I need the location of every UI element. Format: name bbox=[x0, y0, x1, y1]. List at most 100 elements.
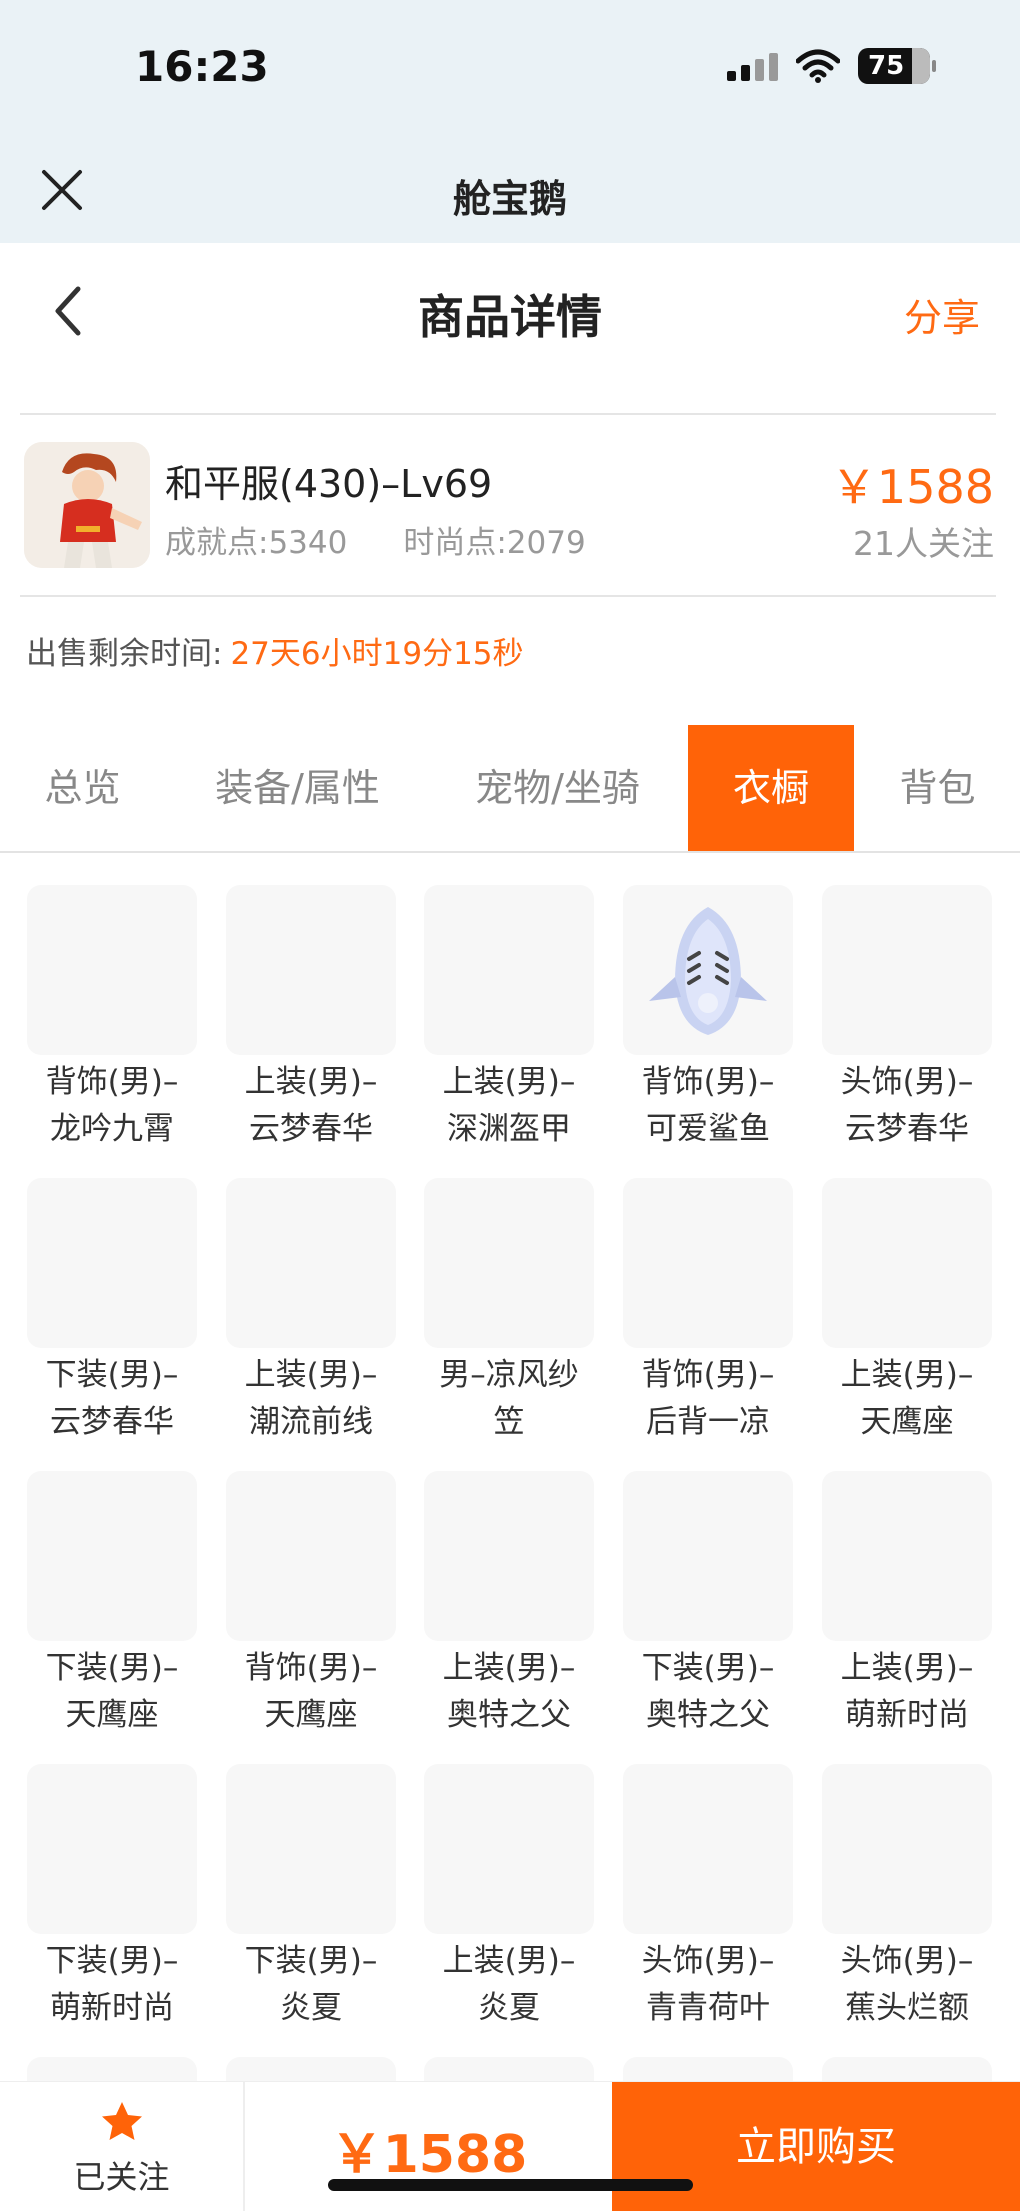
wardrobe-item[interactable]: 下装(男)– 萌新时尚 bbox=[27, 1764, 197, 2032]
wardrobe-item[interactable]: 背饰(男)– 可爱鲨鱼 bbox=[623, 885, 793, 1153]
wardrobe-item-name-line: 男–凉风纱 bbox=[439, 1357, 579, 1393]
wardrobe-item-name: 下装(男)– 炎夏 bbox=[216, 1938, 406, 2032]
wardrobe-item[interactable]: 上装(男)– 潮流前线 bbox=[226, 1178, 396, 1446]
product-price: ￥1588 bbox=[830, 460, 994, 514]
wardrobe-item-name-line: 龙吟九霄 bbox=[50, 1111, 174, 1147]
battery-icon: 75 bbox=[858, 48, 936, 84]
item-thumbnail bbox=[623, 1764, 793, 1934]
wardrobe-item[interactable]: 下装(男)– 奥特之父 bbox=[623, 1471, 793, 1739]
wardrobe-item[interactable]: 头饰(男)– 云梦春华 bbox=[822, 885, 992, 1153]
wardrobe-item[interactable]: 头饰(男)– 青青荷叶 bbox=[623, 1764, 793, 2032]
wardrobe-item[interactable]: 背饰(男)– 后背一凉 bbox=[623, 1178, 793, 1446]
wardrobe-item[interactable] bbox=[822, 2057, 992, 2083]
page-header: 商品详情 分享 bbox=[0, 243, 1020, 413]
shark-icon bbox=[623, 885, 793, 1055]
wardrobe-item-name-line: 云梦春华 bbox=[50, 1404, 174, 1440]
sale-remaining-row: 出售剩余时间: 27天6小时19分15秒 bbox=[26, 628, 524, 673]
item-thumbnail bbox=[822, 1764, 992, 1934]
item-thumbnail bbox=[623, 2057, 793, 2083]
wardrobe-item-name-line: 背饰(男)– bbox=[244, 1650, 378, 1686]
wardrobe-item-name-line: 头饰(男)– bbox=[840, 1064, 974, 1100]
wardrobe-item-name-line: 萌新时尚 bbox=[50, 1990, 174, 2026]
item-thumbnail bbox=[27, 1471, 197, 1641]
wardrobe-item-name: 上装(男)– 炎夏 bbox=[414, 1938, 604, 2032]
item-thumbnail bbox=[822, 2057, 992, 2083]
wardrobe-item-name-line: 上装(男)– bbox=[442, 1943, 576, 1979]
wardrobe-item-name-line: 头饰(男)– bbox=[840, 1943, 974, 1979]
wardrobe-item[interactable]: 背饰(男)– 龙吟九霄 bbox=[27, 885, 197, 1153]
wardrobe-item-name: 上装(男)– 天鹰座 bbox=[812, 1352, 1002, 1446]
wardrobe-item-name-line: 深渊盔甲 bbox=[447, 1111, 571, 1147]
wardrobe-item-name: 上装(男)– 云梦春华 bbox=[216, 1059, 406, 1153]
wardrobe-item-name-line: 天鹰座 bbox=[65, 1697, 159, 1733]
mini-program-shell: 16:23 75 舱宝鹅 bbox=[0, 0, 1020, 243]
wardrobe-item[interactable] bbox=[424, 2057, 594, 2083]
wardrobe-item[interactable]: 下装(男)– 炎夏 bbox=[226, 1764, 396, 2032]
wardrobe-item[interactable]: 上装(男)– 云梦春华 bbox=[226, 885, 396, 1153]
tab-equipment[interactable]: 装备/属性 bbox=[195, 725, 400, 851]
status-icons: 75 bbox=[727, 48, 936, 84]
wardrobe-item-name-line: 奥特之父 bbox=[646, 1697, 770, 1733]
wardrobe-item[interactable]: 男–凉风纱笠 bbox=[424, 1178, 594, 1446]
wardrobe-item-name-line: 炎夏 bbox=[280, 1990, 342, 2026]
wardrobe-item[interactable]: 下装(男)– 云梦春华 bbox=[27, 1178, 197, 1446]
wardrobe-item[interactable]: 头饰(男)– 蕉头烂额 bbox=[822, 1764, 992, 2032]
page-title: 商品详情 bbox=[418, 290, 602, 344]
item-thumbnail bbox=[424, 2057, 594, 2083]
wardrobe-item-name-line: 下装(男)– bbox=[45, 1650, 179, 1686]
wardrobe-item-name-line: 天鹰座 bbox=[264, 1697, 358, 1733]
wardrobe-item-name: 背饰(男)– 可爱鲨鱼 bbox=[613, 1059, 803, 1153]
tab-wardrobe[interactable]: 衣橱 bbox=[688, 725, 854, 851]
tab-overview[interactable]: 总览 bbox=[10, 725, 155, 851]
bottom-bar: 已关注 ￥1588 立即购买 bbox=[0, 2081, 1020, 2211]
signal-icon bbox=[727, 51, 778, 81]
wardrobe-item-name-line: 上装(男)– bbox=[840, 1357, 974, 1393]
wardrobe-item-name: 背饰(男)– 龙吟九霄 bbox=[17, 1059, 207, 1153]
wardrobe-item[interactable]: 上装(男)– 深渊盔甲 bbox=[424, 885, 594, 1153]
achievement-points: 成就点:5340 bbox=[165, 525, 348, 561]
wardrobe-item-name-line: 头饰(男)– bbox=[641, 1943, 775, 1979]
wifi-icon bbox=[796, 49, 840, 83]
wardrobe-item-name: 上装(男)– 深渊盔甲 bbox=[414, 1059, 604, 1153]
wardrobe-item[interactable]: 上装(男)– 天鹰座 bbox=[822, 1178, 992, 1446]
wardrobe-item-name-line: 云梦春华 bbox=[249, 1111, 373, 1147]
fashion-points: 时尚点:2079 bbox=[403, 525, 586, 561]
wardrobe-item-name-line: 笠 bbox=[493, 1404, 525, 1440]
item-thumbnail bbox=[424, 1178, 594, 1348]
follow-button[interactable]: 已关注 bbox=[0, 2082, 243, 2211]
buy-now-button[interactable]: 立即购买 bbox=[612, 2082, 1020, 2211]
wardrobe-item-name-line: 背饰(男)– bbox=[641, 1357, 775, 1393]
item-thumbnail bbox=[226, 1764, 396, 1934]
tab-pets[interactable]: 宠物/坐骑 bbox=[455, 725, 660, 851]
mini-program-title: 舱宝鹅 bbox=[452, 177, 567, 221]
wardrobe-item-name: 下装(男)– 奥特之父 bbox=[613, 1645, 803, 1739]
wardrobe-item-name: 头饰(男)– 云梦春华 bbox=[812, 1059, 1002, 1153]
wardrobe-item-name-line: 青青荷叶 bbox=[646, 1990, 770, 2026]
wardrobe-item[interactable] bbox=[27, 2057, 197, 2083]
wardrobe-item[interactable] bbox=[226, 2057, 396, 2083]
wardrobe-item-name-line: 背饰(男)– bbox=[641, 1064, 775, 1100]
battery-level: 75 bbox=[868, 51, 905, 81]
tab-backpack[interactable]: 背包 bbox=[880, 725, 995, 851]
wardrobe-item[interactable]: 上装(男)– 炎夏 bbox=[424, 1764, 594, 2032]
wardrobe-item[interactable]: 上装(男)– 萌新时尚 bbox=[822, 1471, 992, 1739]
item-thumbnail bbox=[822, 885, 992, 1055]
wardrobe-item-name-line: 奥特之父 bbox=[447, 1697, 571, 1733]
wardrobe-item-name-line: 背饰(男)– bbox=[45, 1064, 179, 1100]
wardrobe-item-name-line: 上装(男)– bbox=[244, 1357, 378, 1393]
follow-label: 已关注 bbox=[73, 2158, 170, 2196]
home-indicator bbox=[328, 2179, 693, 2191]
item-thumbnail bbox=[424, 885, 594, 1055]
wardrobe-item[interactable]: 背饰(男)– 天鹰座 bbox=[226, 1471, 396, 1739]
share-button[interactable]: 分享 bbox=[904, 287, 980, 342]
wardrobe-item[interactable]: 上装(男)– 奥特之父 bbox=[424, 1471, 594, 1739]
wardrobe-item-name: 背饰(男)– 后背一凉 bbox=[613, 1352, 803, 1446]
product-summary[interactable]: 和平服(430)–Lv69 成就点:5340 时尚点:2079 ￥1588 21… bbox=[0, 415, 1020, 595]
wardrobe-item-name: 男–凉风纱笠 bbox=[414, 1352, 604, 1446]
wardrobe-item-name: 头饰(男)– 蕉头烂额 bbox=[812, 1938, 1002, 2032]
wardrobe-item[interactable] bbox=[623, 2057, 793, 2083]
wardrobe-item[interactable]: 下装(男)– 天鹰座 bbox=[27, 1471, 197, 1739]
wardrobe-item-name-line: 上装(男)– bbox=[442, 1650, 576, 1686]
sale-remaining-value: 27天6小时19分15秒 bbox=[230, 636, 524, 672]
wardrobe-item-name-line: 萌新时尚 bbox=[845, 1697, 969, 1733]
